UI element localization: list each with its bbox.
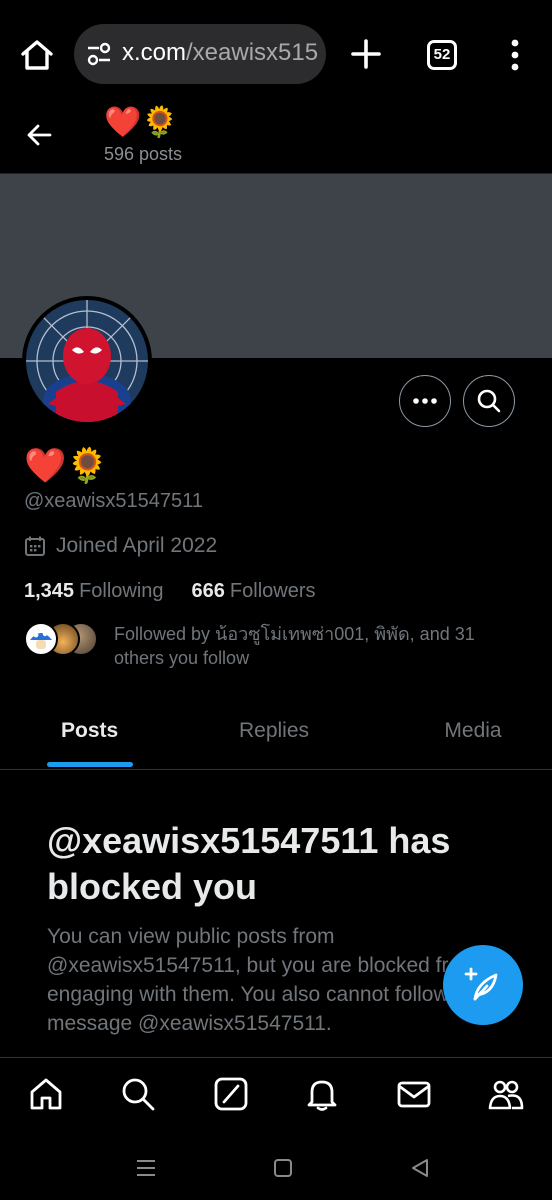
tab-media[interactable]: Media: [364, 700, 552, 769]
site-settings-icon[interactable]: [86, 42, 112, 66]
system-back-icon[interactable]: [408, 1156, 432, 1180]
notifications-icon[interactable]: [304, 1076, 340, 1112]
back-arrow-icon[interactable]: [22, 118, 56, 152]
grok-icon[interactable]: [213, 1076, 249, 1112]
followed-by-avatars[interactable]: [24, 622, 100, 658]
profile-search-button[interactable]: [463, 375, 515, 427]
system-navigation-bar: [0, 1140, 552, 1200]
url-text: x.com/xeawisx515: [122, 39, 319, 66]
search-icon: [477, 389, 501, 413]
messages-icon[interactable]: [396, 1076, 432, 1112]
joined-text: Joined April 2022: [56, 534, 218, 557]
recent-apps-icon[interactable]: [134, 1156, 158, 1180]
mushroom-avatar-image: [30, 631, 52, 649]
followers-label: Followers: [229, 580, 316, 602]
header-display-name: ❤️🌻: [104, 105, 179, 140]
address-bar[interactable]: x.com/xeawisx515: [74, 24, 326, 84]
system-home-icon[interactable]: [271, 1156, 295, 1180]
blocked-title: @xeawisx51547511 has blocked you: [47, 820, 451, 907]
header-post-count: 596 posts: [104, 144, 183, 164]
followed-by-text[interactable]: Followed by น้อวซูโม่เทพซ่า001, พิพัด, a…: [114, 622, 514, 670]
compose-post-button[interactable]: [443, 945, 523, 1025]
compose-post-icon: [464, 967, 498, 1001]
followers-count: 666: [191, 580, 225, 602]
bottom-navigation: [0, 1057, 552, 1139]
tab-posts-label: Posts: [61, 719, 119, 742]
joined-date: Joined April 2022: [24, 534, 217, 558]
browser-menu-icon[interactable]: [500, 38, 530, 72]
browser-toolbar: x.com/xeawisx515 52: [0, 0, 552, 108]
avatar[interactable]: [22, 296, 152, 426]
follow-stats: 1,345 Following 666 Followers: [24, 580, 316, 603]
tab-replies[interactable]: Replies: [184, 700, 364, 769]
active-tab-indicator: [47, 762, 133, 767]
search-icon[interactable]: [120, 1076, 156, 1112]
blocked-message: You can view public posts from @xeawisx5…: [47, 925, 478, 1035]
home-icon[interactable]: [18, 36, 56, 74]
handle: @xeawisx51547511: [24, 490, 203, 512]
communities-icon[interactable]: [488, 1076, 524, 1112]
more-icon: [413, 398, 437, 404]
tab-posts[interactable]: Posts: [0, 700, 184, 769]
more-options-button[interactable]: [399, 375, 451, 427]
new-tab-icon[interactable]: [348, 36, 384, 72]
following-label: Following: [79, 580, 164, 602]
followers-link[interactable]: 666 Followers: [192, 580, 316, 603]
tab-media-label: Media: [444, 719, 502, 742]
calendar-icon: [25, 536, 45, 556]
following-count: 1,345: [24, 580, 75, 602]
tab-switcher-icon[interactable]: 52: [427, 40, 457, 70]
follower-avatar: [24, 622, 58, 656]
display-name: ❤️🌻: [24, 446, 109, 486]
profile-tabs: Posts Replies Media: [0, 700, 552, 770]
avatar-image: [26, 300, 148, 422]
home-icon[interactable]: [28, 1076, 64, 1112]
following-link[interactable]: 1,345 Following: [24, 580, 164, 603]
tab-replies-label: Replies: [238, 719, 310, 742]
